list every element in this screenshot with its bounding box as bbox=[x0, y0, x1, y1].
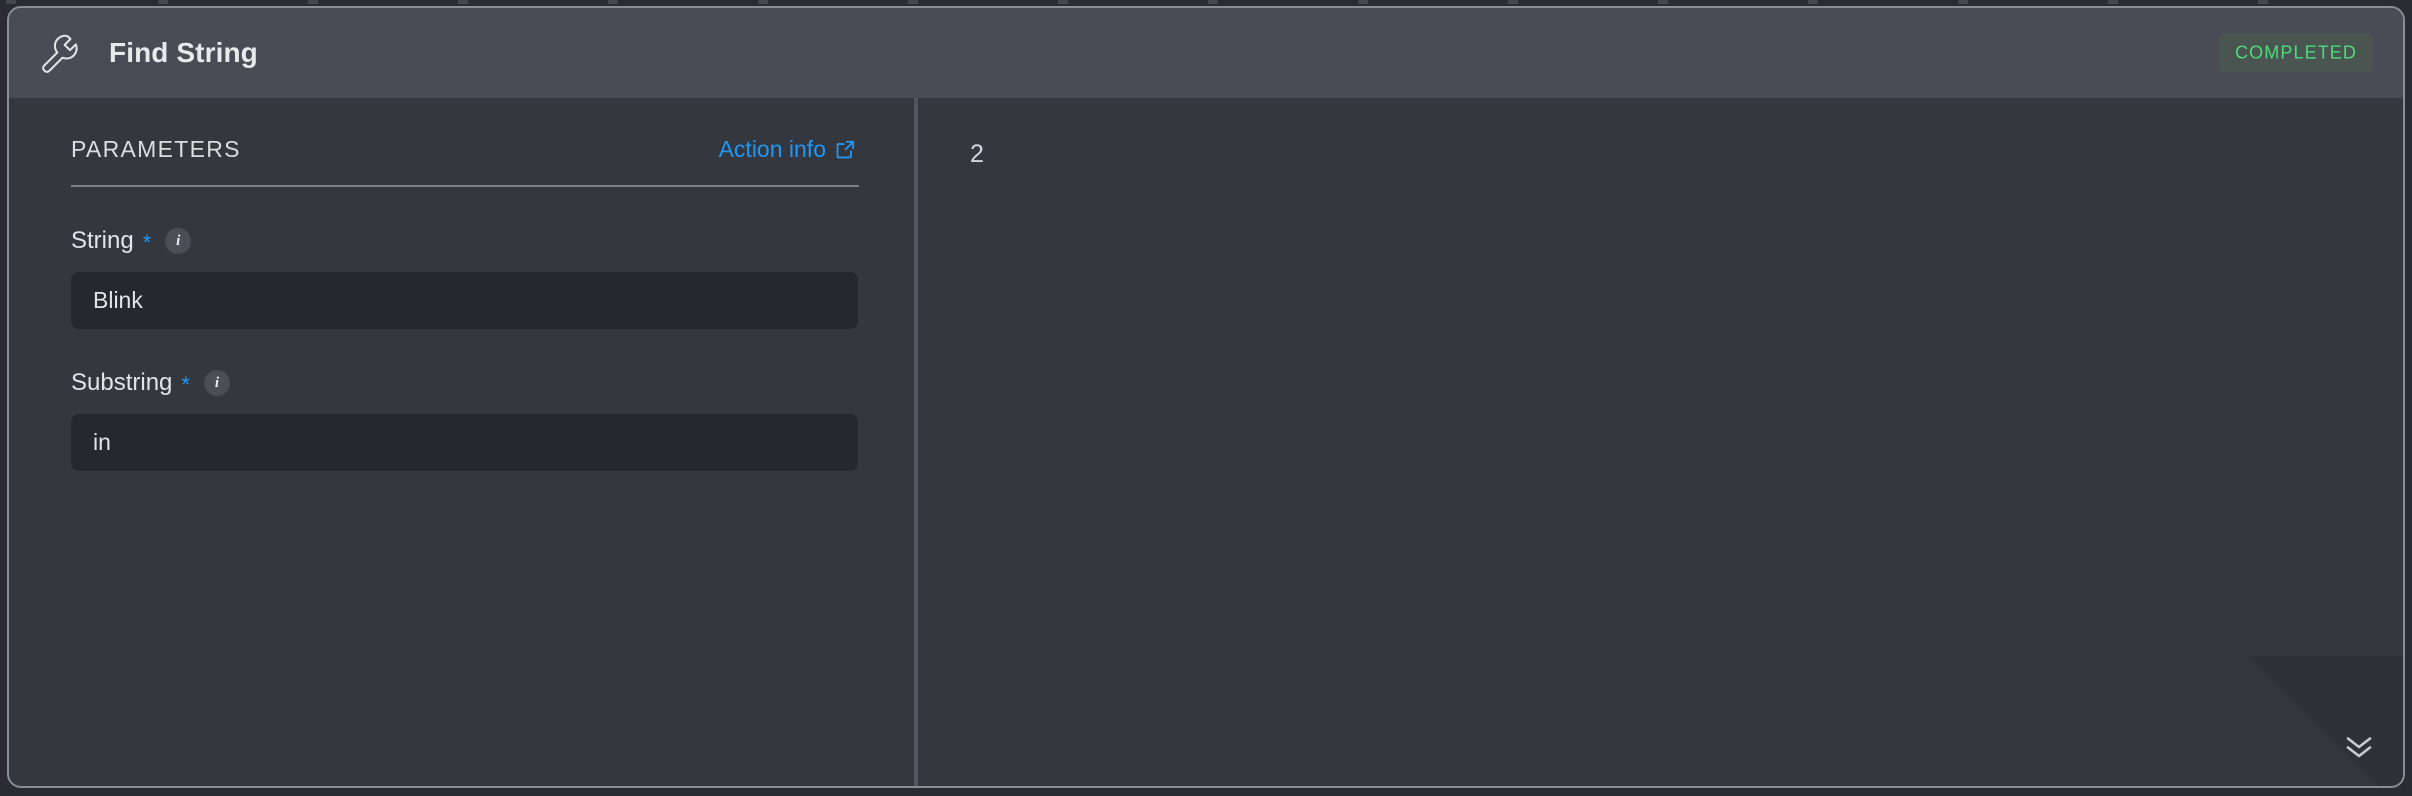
info-icon[interactable]: i bbox=[165, 228, 192, 254]
status-badge: COMPLETED bbox=[2219, 33, 2373, 73]
ruler-tick bbox=[1808, 0, 1818, 4]
ruler-tick bbox=[2108, 0, 2118, 4]
card-header: Find String COMPLETED bbox=[9, 8, 2403, 98]
info-icon[interactable]: i bbox=[203, 370, 230, 396]
output-pane: 2 bbox=[918, 98, 2403, 786]
field-string: String * i bbox=[71, 227, 859, 329]
ruler-tick bbox=[308, 0, 318, 4]
ruler-tick bbox=[1358, 0, 1368, 4]
ruler-tick bbox=[1508, 0, 1518, 4]
chevron-double-down-icon[interactable] bbox=[2341, 728, 2377, 762]
page-title: Find String bbox=[109, 37, 258, 68]
ruler-tick bbox=[1658, 0, 1668, 4]
output-value: 2 bbox=[970, 140, 984, 168]
action-detail-card: Find String COMPLETED PARAMETERS Action … bbox=[7, 6, 2405, 788]
field-label-row: String * i bbox=[71, 227, 859, 255]
parameters-section-title: PARAMETERS bbox=[71, 136, 241, 162]
corner-shade bbox=[2213, 656, 2403, 786]
card-body: PARAMETERS Action info String * i Blink … bbox=[9, 98, 2403, 786]
ruler-tick bbox=[758, 0, 768, 4]
required-asterisk: * bbox=[142, 230, 152, 255]
string-input[interactable] bbox=[71, 272, 858, 329]
ruler-tick bbox=[608, 0, 618, 4]
external-link-icon bbox=[836, 140, 855, 159]
ruler-tick bbox=[908, 0, 918, 4]
parameters-pane: PARAMETERS Action info String * i Blink … bbox=[9, 98, 914, 786]
ruler-tick bbox=[158, 0, 168, 4]
field-label: String bbox=[71, 227, 134, 254]
wrench-icon bbox=[42, 34, 78, 73]
required-asterisk: * bbox=[181, 372, 190, 397]
ruler-tick bbox=[1958, 0, 1968, 4]
ruler-tick bbox=[1208, 0, 1218, 4]
parameters-divider bbox=[71, 185, 859, 187]
substring-input[interactable] bbox=[71, 414, 858, 471]
parameters-header-row: PARAMETERS Action info bbox=[71, 136, 859, 163]
ruler-tick bbox=[458, 0, 468, 4]
ruler-tick bbox=[6, 0, 16, 4]
ruler-tick bbox=[1058, 0, 1068, 4]
field-label: Substring bbox=[71, 369, 173, 396]
field-substring: Substring * i bbox=[71, 369, 859, 471]
field-label-row: Substring * i bbox=[71, 369, 859, 397]
action-info-link[interactable]: Action info bbox=[719, 136, 856, 163]
ruler-tick bbox=[2258, 0, 2268, 4]
action-info-label: Action info bbox=[718, 136, 826, 162]
